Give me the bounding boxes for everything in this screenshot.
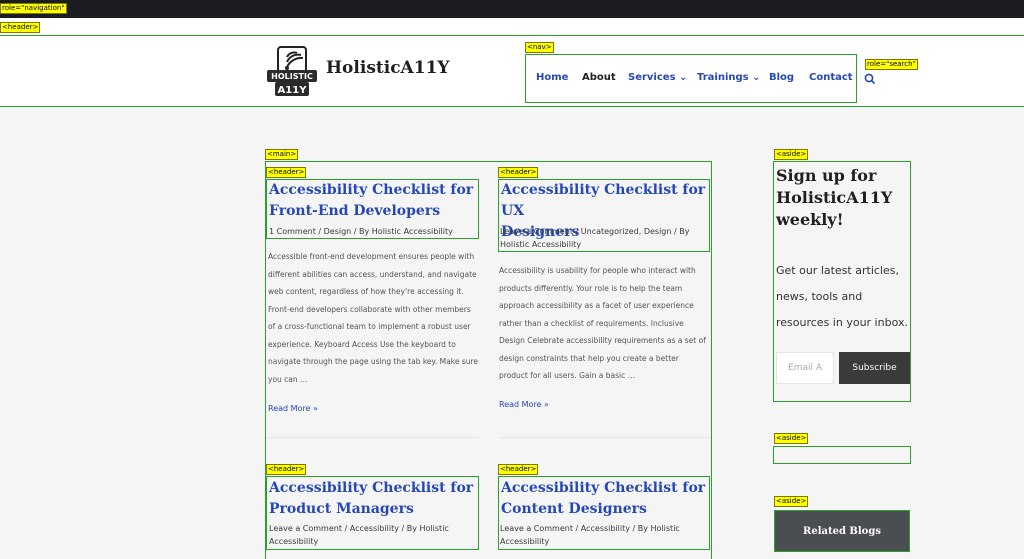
nav-about[interactable]: About (582, 72, 616, 83)
header-strip (0, 18, 1024, 35)
post1-excerpt: Accessible front-end development ensures… (268, 252, 479, 384)
nav-badge: <nav> (525, 42, 554, 53)
site-header (0, 35, 1024, 107)
post3-meta: Leave a Comment / Accessibility / By Hol… (269, 524, 449, 546)
post4-header-badge: <header> (498, 464, 539, 475)
email-field[interactable]: Email A (776, 352, 834, 384)
post2-excerpt: Accessibility is usability for people wh… (499, 266, 706, 380)
logo-icon[interactable]: HOLISTIC A11Y (265, 43, 319, 99)
search-icon[interactable] (863, 72, 877, 86)
post1-separator (268, 437, 479, 438)
nav-home[interactable]: Home (536, 72, 568, 83)
primary-nav (525, 54, 857, 103)
post2-separator (499, 437, 710, 438)
related-blogs-button[interactable]: Related Blogs (774, 510, 910, 552)
main-badge: <main> (265, 149, 299, 160)
post1-title-line1: Accessibility Checklist for (269, 182, 474, 198)
post2-header-badge: <header> (498, 167, 539, 178)
top-bar (0, 0, 1024, 18)
post4-title-line2: Content Designers (501, 501, 647, 517)
post3-header-badge: <header> (266, 464, 307, 475)
post1-title[interactable]: Accessibility Checklist for Front-End De… (269, 180, 479, 222)
subscribe-button[interactable]: Subscribe (839, 352, 910, 384)
role-navigation-badge: role="navigation" (0, 3, 67, 14)
site-brand[interactable]: HolisticA11Y (326, 58, 450, 78)
nav-services-label: Services (628, 72, 676, 83)
nav-trainings[interactable]: Trainings ⌄ (697, 72, 760, 83)
post3-title-line2: Product Managers (269, 501, 414, 517)
role-search-badge: role="search" (865, 59, 918, 70)
post1-title-line2: Front-End Developers (269, 203, 441, 219)
post2-meta: Leave a Comment / Uncategorized, Design … (500, 227, 690, 249)
post4-meta: Leave a Comment / Accessibility / By Hol… (500, 524, 680, 546)
nav-trainings-label: Trainings (697, 72, 749, 83)
nav-services[interactable]: Services ⌄ (628, 72, 687, 83)
post1-read-more[interactable]: Read More » (268, 404, 318, 413)
post3-title-line1: Accessibility Checklist for (269, 480, 474, 496)
logo-text-a11y: A11Y (278, 85, 308, 96)
post4-title[interactable]: Accessibility Checklist for Content Desi… (501, 478, 710, 520)
empty-aside (773, 446, 911, 464)
logo-text-holistic: HOLISTIC (271, 72, 313, 81)
post1-header-badge: <header> (266, 167, 307, 178)
post4-title-line1: Accessibility Checklist for (501, 480, 706, 496)
aside3-badge: <aside> (774, 496, 809, 507)
aside2-badge: <aside> (774, 433, 809, 444)
post3-title[interactable]: Accessibility Checklist for Product Mana… (269, 478, 479, 520)
post1-meta: 1 Comment / Design / By Holistic Accessi… (269, 227, 453, 236)
signup-text: Get our latest articles, news, tools and… (776, 264, 908, 329)
aside1-badge: <aside> (774, 149, 809, 160)
post2-read-more[interactable]: Read More » (499, 400, 549, 409)
nav-contact[interactable]: Contact (809, 72, 853, 83)
nav-blog[interactable]: Blog (769, 72, 794, 83)
post2-title-line1: Accessibility Checklist for UX (501, 182, 706, 219)
chevron-down-icon: ⌄ (748, 72, 761, 83)
signup-title: Sign up for HolisticA11Y weekly! (776, 166, 893, 229)
chevron-down-icon: ⌄ (675, 72, 688, 83)
header-badge: <header> (0, 22, 41, 33)
